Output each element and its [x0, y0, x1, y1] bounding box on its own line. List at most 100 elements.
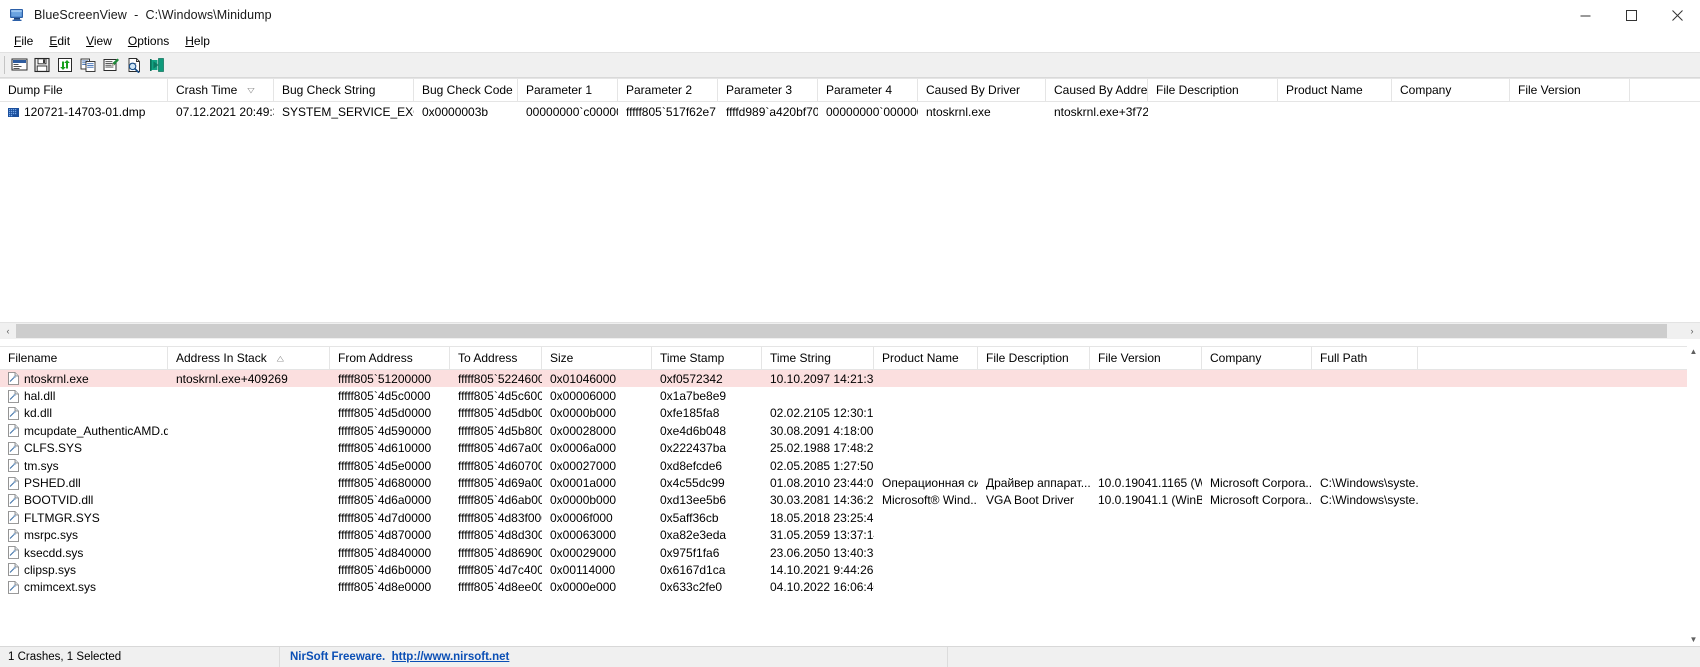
window-controls [1562, 0, 1700, 30]
table-row[interactable]: PSHED.dll fffff805`4d680000 fffff805`4d69a… [0, 474, 1700, 491]
dump-files-list[interactable]: Dump File Crash Time ▽ Bug Check String B… [0, 78, 1700, 322]
menu-item-file[interactable]: File [6, 32, 41, 50]
cell-size: 0x00006000 [550, 389, 617, 404]
cell-to-address: fffff805`4d6ab000 [458, 493, 542, 508]
column-header-module-product-name[interactable]: Product Name [874, 347, 978, 369]
hscroll-thumb[interactable] [16, 324, 1668, 338]
menu-item-file-label: ile [21, 34, 34, 48]
table-row[interactable]: msrpc.sys fffff805`4d870000 fffff805`4d8d3… [0, 527, 1700, 544]
menu-item-options-label: ptions [137, 34, 170, 48]
cell-to-address: fffff805`4d8ee000 [458, 580, 542, 595]
minimize-button[interactable] [1562, 0, 1608, 30]
scroll-left-arrow-icon[interactable]: ‹ [0, 323, 16, 339]
column-header-parameter-3[interactable]: Parameter 3 [718, 79, 818, 101]
menu-item-help[interactable]: Help [177, 32, 218, 50]
cell-bug-check-code: 0x0000003b [422, 104, 489, 119]
column-header-filename-label: Filename [8, 351, 58, 365]
maximize-button[interactable] [1608, 0, 1654, 30]
dump-files-horizontal-scrollbar[interactable]: ‹ › [0, 322, 1700, 339]
column-header-to-address[interactable]: To Address [450, 347, 542, 369]
column-header-bug-check-string[interactable]: Bug Check String [274, 79, 414, 101]
advanced-options-button[interactable] [100, 54, 122, 76]
column-header-size[interactable]: Size [542, 347, 652, 369]
column-header-address-in-stack[interactable]: Address In Stack △ [168, 347, 330, 369]
refresh-button[interactable] [54, 54, 76, 76]
find-button[interactable] [123, 54, 145, 76]
table-row[interactable]: tm.sys fffff805`4d5e0000 fffff805`4d607000… [0, 457, 1700, 474]
table-row[interactable]: FLTMGR.SYS fffff805`4d7d0000 fffff805`4d83… [0, 509, 1700, 526]
cell-to-address: fffff805`4d69a000 [458, 476, 542, 491]
table-row[interactable]: ksecdd.sys fffff805`4d840000 fffff805`4d86… [0, 544, 1700, 561]
cell-filename: tm.sys [0, 459, 168, 473]
column-header-crash-time[interactable]: Crash Time ▽ [168, 79, 274, 101]
column-header-parameter-2[interactable]: Parameter 2 [618, 79, 718, 101]
cell-time-string: 01.08.2010 23:44:09 [770, 476, 874, 491]
status-empty-pane [948, 647, 1700, 667]
cell-filename-text: kd.dll [24, 406, 53, 421]
hscroll-track[interactable] [16, 323, 1684, 339]
scroll-up-arrow-icon[interactable]: ▲ [1690, 346, 1698, 358]
exit-button[interactable] [146, 54, 168, 76]
cell-filename-text: CLFS.SYS [24, 441, 83, 456]
scroll-right-arrow-icon[interactable]: › [1684, 323, 1700, 339]
cell-filename: CLFS.SYS [0, 441, 168, 455]
column-header-full-path[interactable]: Full Path [1312, 347, 1418, 369]
cell-size: 0x00114000 [550, 562, 616, 577]
menu-item-options[interactable]: Options [120, 32, 177, 50]
menu-item-edit[interactable]: Edit [41, 32, 78, 50]
modules-list[interactable]: Filename Address In Stack △ From Address … [0, 346, 1700, 646]
pane-splitter[interactable] [0, 339, 1700, 346]
column-header-parameter-1[interactable]: Parameter 1 [518, 79, 618, 101]
table-row[interactable]: hal.dll fffff805`4d5c0000 fffff805`4d5c600… [0, 387, 1700, 404]
menu-item-view[interactable]: View [78, 32, 120, 50]
column-header-file-description[interactable]: File Description [1148, 79, 1278, 101]
modules-vertical-scrollbar[interactable]: ▲ ▼ [1687, 346, 1700, 646]
table-row[interactable]: mcupdate_AuthenticAMD.dll fffff805`4d5900… [0, 422, 1700, 439]
cell-file-description: VGA Boot Driver [986, 493, 1075, 508]
cell-from-address: fffff805`4d5c0000 [338, 389, 431, 404]
column-header-bug-check-code[interactable]: Bug Check Code [414, 79, 518, 101]
status-nirsoft-credit[interactable]: NirSoft Freeware. http://www.nirsoft.net [280, 647, 948, 667]
column-header-parameter-3-label: Parameter 3 [726, 83, 793, 97]
column-header-company[interactable]: Company [1392, 79, 1510, 101]
properties-button[interactable] [8, 54, 30, 76]
column-header-module-file-version[interactable]: File Version [1090, 347, 1202, 369]
column-header-time-stamp[interactable]: Time Stamp [652, 347, 762, 369]
module-file-icon [8, 407, 19, 420]
save-button[interactable] [31, 54, 53, 76]
column-header-caused-by-address[interactable]: Caused By Address [1046, 79, 1148, 101]
cell-filename-text: msrpc.sys [24, 528, 78, 543]
column-header-module-company[interactable]: Company [1202, 347, 1312, 369]
cell-parameter-2: fffff805`517f62e7 [626, 104, 716, 119]
module-file-icon [8, 528, 19, 542]
column-header-time-string[interactable]: Time String [762, 347, 874, 369]
column-header-product-name[interactable]: Product Name [1278, 79, 1392, 101]
table-row[interactable]: CLFS.SYS fffff805`4d610000 fffff805`4d67a0… [0, 440, 1700, 457]
cell-from-address: fffff805`4d6b0000 [338, 562, 432, 577]
table-row[interactable]: kd.dll fffff805`4d5d0000 fffff805`4d5db000… [0, 405, 1700, 422]
column-header-filename[interactable]: Filename [0, 347, 168, 369]
cell-filename: PSHED.dll [0, 476, 168, 490]
cell-to-address: fffff805`4d869000 [458, 545, 542, 560]
cell-time-string: 02.05.2085 1:27:50 [770, 458, 874, 473]
table-row[interactable]: cmimcext.sys fffff805`4d8e0000 fffff805`4d… [0, 579, 1700, 596]
table-row[interactable]: 120721-14703-01.dmp 07.12.2021 20:49:38 … [0, 102, 1700, 121]
column-header-dump-file[interactable]: Dump File [0, 79, 168, 101]
table-row[interactable]: clipsp.sys fffff805`4d6b0000 fffff805`4d7c… [0, 561, 1700, 578]
column-header-parameter-4[interactable]: Parameter 4 [818, 79, 918, 101]
column-header-file-version[interactable]: File Version [1510, 79, 1630, 101]
column-header-caused-by-driver[interactable]: Caused By Driver [918, 79, 1046, 101]
close-button[interactable] [1654, 0, 1700, 30]
column-header-from-address[interactable]: From Address [330, 347, 450, 369]
menu-item-view-accel: V [86, 34, 94, 48]
status-website-link[interactable]: http://www.nirsoft.net [392, 651, 510, 663]
copy-button[interactable] [77, 54, 99, 76]
cell-time-string: 25.02.1988 17:48:26 [770, 441, 874, 456]
menu-item-view-label: iew [93, 34, 112, 48]
cell-from-address: fffff805`4d5d0000 [338, 406, 432, 421]
cell-size: 0x01046000 [550, 371, 617, 386]
table-row[interactable]: ntoskrnl.exe ntoskrnl.exe+409269 fffff805`… [0, 370, 1700, 388]
column-header-module-file-description[interactable]: File Description [978, 347, 1090, 369]
scroll-down-arrow-icon[interactable]: ▼ [1690, 634, 1698, 646]
table-row[interactable]: BOOTVID.dll fffff805`4d6a0000 fffff805`4d6… [0, 492, 1700, 509]
